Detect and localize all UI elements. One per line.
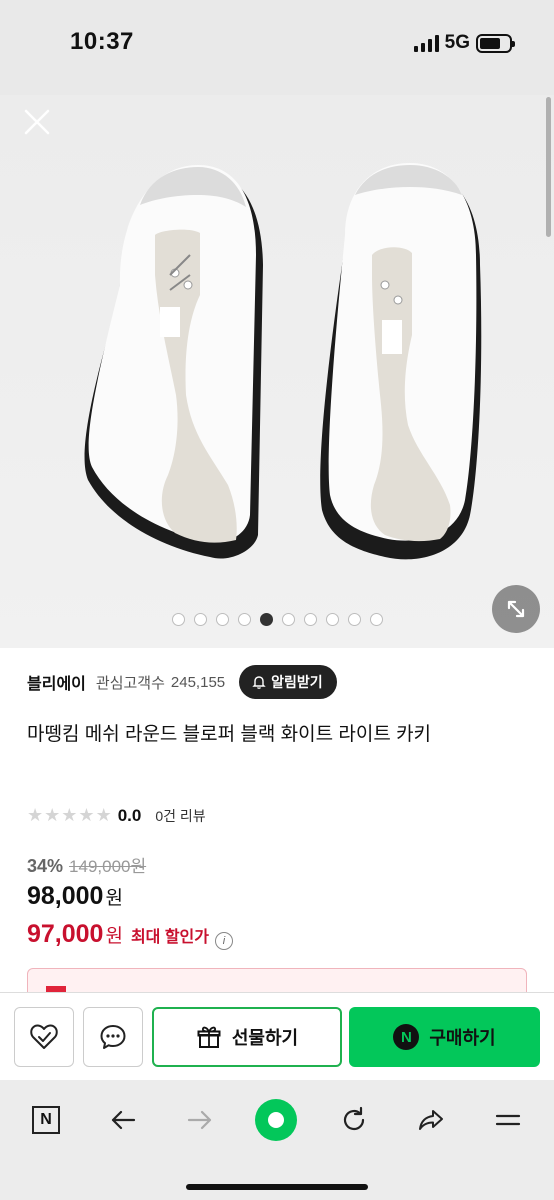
purchase-bar: 선물하기 N 구매하기 xyxy=(0,992,554,1080)
gallery-dot[interactable] xyxy=(369,613,383,626)
green-dot-icon xyxy=(255,1099,297,1141)
price-row: 98,000 원 xyxy=(27,882,123,911)
arrow-left-icon xyxy=(111,1110,136,1130)
buy-button[interactable]: N 구매하기 xyxy=(349,1007,540,1067)
gallery-dot[interactable] xyxy=(347,613,361,626)
heart-check-icon xyxy=(30,1024,58,1049)
green-dot-button[interactable] xyxy=(254,1098,298,1142)
close-icon[interactable] xyxy=(22,107,52,137)
max-discount-row: 97,000 원 최대 할인가 i xyxy=(27,920,233,950)
product-image xyxy=(84,163,482,560)
gallery-dot[interactable] xyxy=(171,613,185,626)
star-icon: ★ xyxy=(78,805,95,825)
gift-button[interactable]: 선물하기 xyxy=(152,1007,342,1067)
refresh-icon xyxy=(343,1106,365,1131)
page-scrollbar[interactable] xyxy=(546,97,551,237)
signal-icon xyxy=(413,34,439,52)
gallery-pagination[interactable] xyxy=(0,613,554,626)
gallery-dot[interactable] xyxy=(281,613,295,626)
status-time: 10:37 xyxy=(70,28,134,55)
talk-button[interactable] xyxy=(83,1007,143,1067)
buy-label: 구매하기 xyxy=(429,1028,496,1048)
gallery-dot[interactable] xyxy=(259,613,273,626)
menu-button[interactable] xyxy=(486,1098,530,1142)
info-icon[interactable]: i xyxy=(215,932,233,950)
hamburger-menu-icon xyxy=(495,1114,521,1126)
max-discount-label: 최대 할인가 xyxy=(130,929,209,946)
discount-row: 34% 149,000원 xyxy=(27,852,146,877)
star-icon: ★ xyxy=(27,805,44,825)
max-discount-unit: 원 xyxy=(105,926,123,947)
rating-value: 0.0 xyxy=(117,805,142,825)
store-info: 블리에이 관심고객수 245,155 알림받기 xyxy=(27,665,337,699)
right-shoe-graphic xyxy=(320,163,482,560)
gift-label: 선물하기 xyxy=(231,1028,299,1048)
zzim-button[interactable] xyxy=(14,1007,74,1067)
left-shoe-graphic xyxy=(84,165,263,559)
alarm-label: 알림받기 xyxy=(271,674,323,690)
star-icon: ★ xyxy=(61,805,78,825)
product-page: 10:37 5G 블리에이 관심고객수 245,155 알림받기 마뗑킴 메쉬 … xyxy=(0,0,554,1200)
status-indicators: 5G xyxy=(413,32,515,54)
refresh-button[interactable] xyxy=(332,1098,376,1142)
bell-plus-icon xyxy=(252,676,266,689)
fans-count: 245,155 xyxy=(170,673,226,691)
product-title: 마뗑킴 메쉬 라운드 블로퍼 블랙 화이트 라이트 카키 xyxy=(27,724,432,745)
chat-bubble-icon xyxy=(100,1025,126,1049)
max-discount-price: 97,000 xyxy=(27,920,104,948)
product-image-gallery[interactable] xyxy=(0,95,554,648)
back-button[interactable] xyxy=(101,1098,145,1142)
naver-home-button[interactable]: N xyxy=(24,1098,68,1142)
gallery-dot[interactable] xyxy=(325,613,339,626)
gift-icon xyxy=(197,1026,221,1048)
gallery-dot[interactable] xyxy=(303,613,317,626)
naver-pay-badge: N xyxy=(393,1024,420,1050)
arrow-right-icon xyxy=(187,1110,212,1130)
gallery-dot[interactable] xyxy=(193,613,207,626)
star-icon: ★ xyxy=(44,805,61,825)
status-bar: 10:37 5G xyxy=(0,0,554,95)
star-icon: ★ xyxy=(95,805,112,825)
naver-logo-icon: N xyxy=(32,1106,60,1134)
rating-row[interactable]: ★ ★ ★ ★ ★ 0.0 0건 리뷰 xyxy=(27,805,206,826)
forward-button[interactable] xyxy=(178,1098,222,1142)
share-button[interactable] xyxy=(409,1098,453,1142)
network-type: 5G xyxy=(444,32,470,53)
sale-price-unit: 원 xyxy=(105,888,123,909)
discount-rate: 34% xyxy=(27,856,64,876)
battery-icon xyxy=(476,33,515,53)
store-name[interactable]: 블리에이 xyxy=(27,670,86,694)
share-arrow-icon xyxy=(419,1110,443,1130)
rating-stars: ★ ★ ★ ★ ★ xyxy=(27,805,112,826)
gallery-dot[interactable] xyxy=(237,613,251,626)
gallery-dot[interactable] xyxy=(215,613,229,626)
home-indicator[interactable] xyxy=(186,1184,368,1190)
original-price: 149,000원 xyxy=(69,857,147,876)
alarm-subscribe-button[interactable]: 알림받기 xyxy=(239,665,337,699)
fans-label: 관심고객수 xyxy=(95,674,165,692)
browser-toolbar: N xyxy=(0,1080,554,1200)
sale-price: 98,000 xyxy=(27,882,104,910)
review-count[interactable]: 0건 리뷰 xyxy=(155,806,205,826)
